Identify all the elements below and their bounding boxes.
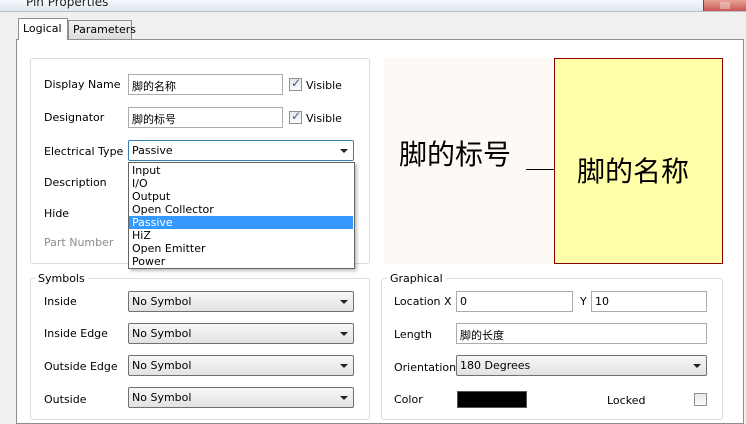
display-name-visible-checkbox[interactable]: ✓: [289, 76, 302, 91]
inside-value: No Symbol: [132, 295, 192, 308]
chevron-down-icon: [340, 364, 348, 368]
part-number-label: Part Number: [44, 236, 114, 249]
length-field[interactable]: 脚的长度: [456, 323, 707, 344]
chevron-down-icon: [340, 332, 348, 336]
locked-label: Locked: [607, 394, 646, 407]
orientation-select[interactable]: 180 Degrees: [456, 355, 707, 376]
checkmark-icon: ✓: [291, 109, 302, 123]
dropdown-option-passive[interactable]: Passive: [129, 216, 353, 229]
inside-edge-select[interactable]: No Symbol: [128, 323, 354, 344]
dropdown-option-hiz[interactable]: HiZ: [129, 229, 353, 242]
display-name-label: Display Name: [44, 78, 121, 91]
preview-designator-text: 脚的标号: [399, 138, 512, 171]
electrical-type-value: Passive: [132, 144, 173, 157]
outside-edge-value: No Symbol: [132, 359, 192, 372]
designator-visible-label: Visible: [306, 112, 342, 125]
preview-name-text: 脚的名称: [577, 155, 690, 188]
orientation-label: Orientation: [394, 361, 457, 374]
dropdown-option-open-emitter[interactable]: Open Emitter: [129, 242, 353, 255]
electrical-type-label: Electrical Type: [44, 145, 124, 158]
chevron-down-icon: [340, 396, 348, 400]
chevron-down-icon: [693, 364, 701, 368]
hide-label: Hide: [44, 207, 70, 220]
outside-value: No Symbol: [132, 391, 192, 404]
panel-content: Display Name 脚的名称 ✓ Visible Designator 脚…: [0, 0, 746, 424]
dropdown-option-io[interactable]: I/O: [129, 177, 353, 190]
dropdown-option-input[interactable]: Input: [129, 164, 353, 177]
outside-select[interactable]: No Symbol: [128, 387, 354, 408]
outside-edge-select[interactable]: No Symbol: [128, 355, 354, 376]
chevron-down-icon: [340, 300, 348, 304]
location-y-label: Y: [580, 295, 587, 308]
symbols-group-title: Symbols: [35, 272, 88, 285]
chevron-down-icon: [340, 149, 348, 153]
orientation-value: 180 Degrees: [460, 359, 531, 372]
display-name-field[interactable]: 脚的名称: [128, 74, 283, 95]
graphical-group-title: Graphical: [387, 272, 446, 285]
dropdown-option-open-collector[interactable]: Open Collector: [129, 203, 353, 216]
outside-label: Outside: [44, 393, 87, 406]
location-y-field[interactable]: 10: [591, 291, 707, 312]
dropdown-option-output[interactable]: Output: [129, 190, 353, 203]
location-x-label: X: [444, 295, 452, 308]
color-swatch[interactable]: [457, 391, 527, 408]
inside-edge-label: Inside Edge: [44, 327, 108, 340]
electrical-type-dropdown: Input I/O Output Open Collector Passive …: [128, 162, 355, 269]
locked-checkbox[interactable]: [694, 393, 707, 406]
location-label: Location: [394, 295, 441, 308]
length-label: Length: [394, 328, 432, 341]
inside-select[interactable]: No Symbol: [128, 291, 354, 312]
designator-label: Designator: [44, 111, 105, 124]
designator-visible-checkbox[interactable]: ✓: [289, 109, 302, 124]
inside-label: Inside: [44, 295, 77, 308]
outside-edge-label: Outside Edge: [44, 360, 118, 373]
inside-edge-value: No Symbol: [132, 327, 192, 340]
electrical-type-select[interactable]: Passive: [128, 140, 354, 161]
location-x-field[interactable]: 0: [456, 291, 573, 312]
checkmark-icon: ✓: [291, 76, 302, 90]
dropdown-option-power[interactable]: Power: [129, 255, 353, 268]
pin-line: [526, 169, 555, 170]
designator-field[interactable]: 脚的标号: [128, 107, 283, 128]
description-label: Description: [44, 176, 107, 189]
display-name-visible-label: Visible: [306, 79, 342, 92]
color-label: Color: [394, 393, 423, 406]
